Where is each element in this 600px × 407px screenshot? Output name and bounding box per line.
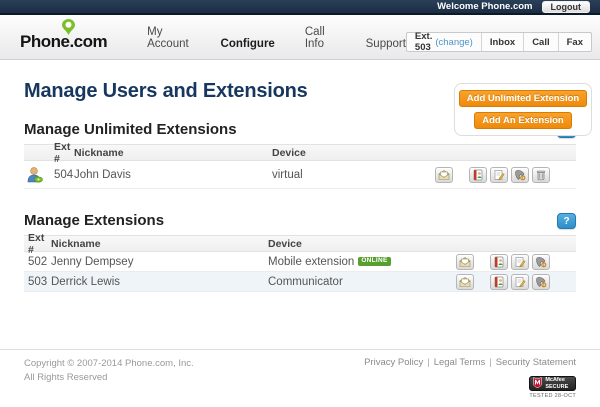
mcafee-shield-icon — [533, 375, 542, 393]
welcome-bar: Welcome Phone.com Logout — [0, 0, 600, 15]
extension-number-cell: 502 — [24, 256, 51, 268]
nav-menu: My Account Configure Call Info Support — [147, 26, 406, 52]
welcome-text: Welcome Phone.com — [437, 1, 532, 12]
voicemail-icon[interactable] — [456, 274, 474, 290]
logo-pin-icon — [62, 19, 75, 40]
call-settings-icon[interactable] — [511, 167, 529, 183]
mcafee-tested-date: TESTED 28-OCT — [529, 393, 576, 399]
voicemail-icon[interactable] — [435, 167, 453, 183]
nav-item-my-account[interactable]: My Account — [147, 26, 190, 50]
privacy-policy-link[interactable]: Privacy Policy — [364, 357, 423, 368]
logout-button[interactable]: Logout — [542, 1, 591, 13]
extension-number-cell: 504 — [54, 169, 74, 181]
col-header-device: Device — [268, 238, 576, 250]
table-row: 503 Derrick Lewis Communicator — [24, 272, 576, 292]
extensions-section-title: Manage Extensions — [24, 212, 164, 229]
edit-icon[interactable] — [511, 274, 529, 290]
device-cell: Communicator — [268, 276, 456, 288]
user-avatar-icon — [24, 166, 54, 184]
add-an-extension-button[interactable]: Add An Extension — [474, 112, 571, 129]
call-settings-icon[interactable] — [532, 274, 550, 290]
row-actions — [456, 274, 550, 290]
copyright-line2: All Rights Reserved — [24, 371, 194, 385]
footer: Copyright © 2007-2014 Phone.com, Inc. Al… — [0, 349, 600, 407]
inbox-link[interactable]: Inbox — [481, 33, 523, 51]
nav-item-support[interactable]: Support — [366, 38, 406, 50]
extensions-table: Ext # Nickname Device 502 Jenny Dempsey … — [24, 235, 576, 292]
col-header-device: Device — [272, 147, 576, 159]
footer-links: Privacy Policy|Legal Terms|Security Stat… — [364, 357, 576, 368]
row-actions — [456, 254, 550, 270]
main-nav: Phone.com My Account Configure Call Info… — [0, 15, 600, 60]
col-header-ext: Ext # — [54, 141, 74, 165]
current-extension: Ext. 503 (change) — [407, 33, 481, 51]
unlimited-extensions-table: Ext # Nickname Device 504 John Davis vir… — [24, 144, 576, 189]
fax-link[interactable]: Fax — [558, 33, 591, 51]
help-button-extensions[interactable]: ? — [557, 213, 576, 229]
col-header-nickname: Nickname — [51, 238, 268, 250]
change-extension-link[interactable]: (change) — [435, 37, 473, 48]
add-buttons-panel: Add Unlimited Extension Add An Extension — [454, 83, 592, 136]
main-content: Manage Users and Extensions Add Unlimite… — [0, 80, 600, 292]
nav-item-call-info[interactable]: Call Info — [305, 26, 336, 50]
extension-number-cell: 503 — [24, 276, 51, 288]
nickname-cell[interactable]: John Davis — [74, 169, 272, 181]
table-header: Ext # Nickname Device — [24, 144, 576, 161]
nav-item-configure[interactable]: Configure — [221, 38, 275, 50]
unlimited-section-title: Manage Unlimited Extensions — [24, 121, 237, 138]
extension-widget: Ext. 503 (change) Inbox Call Fax — [406, 32, 592, 52]
contacts-icon[interactable] — [469, 167, 487, 183]
contacts-icon[interactable] — [490, 274, 508, 290]
col-header-ext: Ext # — [24, 232, 51, 256]
security-statement-link[interactable]: Security Statement — [496, 357, 576, 368]
table-row: 504 John Davis virtual — [24, 161, 576, 189]
device-name: Communicator — [268, 276, 343, 288]
phone-com-logo[interactable]: Phone.com — [20, 32, 107, 52]
nickname-cell[interactable]: Derrick Lewis — [51, 276, 268, 288]
device-cell: virtual — [272, 169, 435, 181]
extension-number: Ext. 503 — [415, 31, 432, 53]
voicemail-icon[interactable] — [456, 254, 474, 270]
extensions-section-header: Manage Extensions ? — [24, 212, 576, 229]
online-status-badge: ONLINE — [358, 257, 390, 266]
mcafee-secure-badge[interactable]: McAfee SECURE TESTED 28-OCT — [529, 376, 576, 399]
call-link[interactable]: Call — [523, 33, 557, 51]
device-name: Mobile extension — [268, 256, 354, 268]
table-row: 502 Jenny Dempsey Mobile extension ONLIN… — [24, 252, 576, 272]
device-cell: Mobile extension ONLINE — [268, 256, 456, 268]
legal-terms-link[interactable]: Legal Terms — [434, 357, 486, 368]
nickname-cell[interactable]: Jenny Dempsey — [51, 256, 268, 268]
row-actions — [435, 167, 550, 183]
copyright-line1: Copyright © 2007-2014 Phone.com, Inc. — [24, 357, 194, 371]
col-header-nickname: Nickname — [74, 147, 272, 159]
edit-icon[interactable] — [490, 167, 508, 183]
delete-icon[interactable] — [532, 167, 550, 183]
contacts-icon[interactable] — [490, 254, 508, 270]
call-settings-icon[interactable] — [532, 254, 550, 270]
edit-icon[interactable] — [511, 254, 529, 270]
table-header: Ext # Nickname Device — [24, 235, 576, 252]
copyright: Copyright © 2007-2014 Phone.com, Inc. Al… — [24, 357, 194, 407]
add-unlimited-extension-button[interactable]: Add Unlimited Extension — [459, 90, 587, 107]
